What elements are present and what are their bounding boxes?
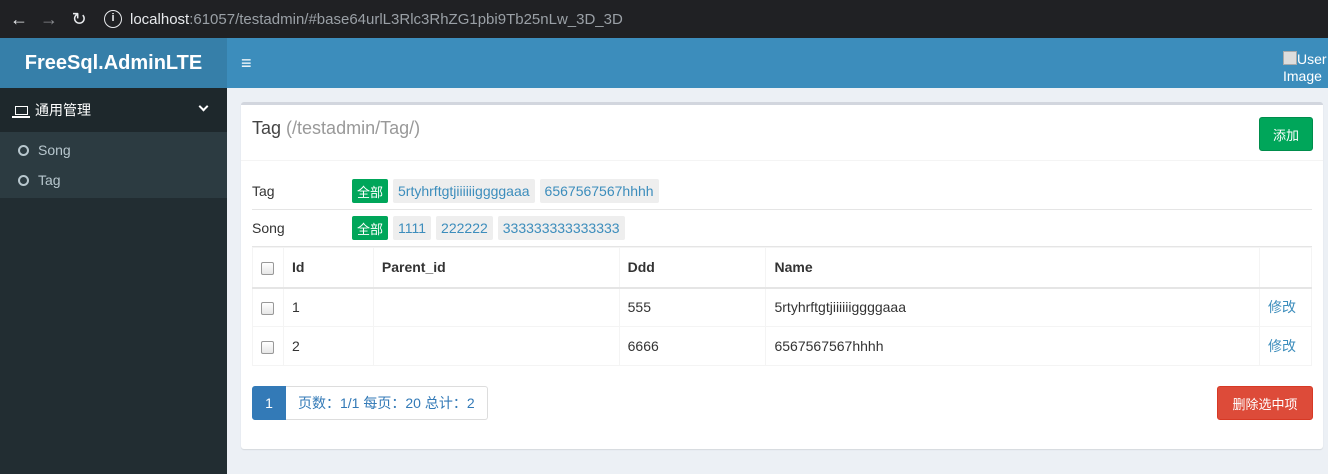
column-header-id: Id [282, 247, 374, 289]
row-checkbox[interactable] [261, 302, 274, 316]
column-header-ddd: Ddd [618, 247, 767, 289]
cell-ddd: 6666 [618, 326, 767, 366]
edit-link[interactable]: 修改 [1268, 299, 1296, 315]
page-info: 页数：1/1 每页：20 总计：2 [286, 386, 488, 420]
select-all-checkbox[interactable] [261, 262, 274, 276]
filter-chip[interactable]: 222222 [436, 216, 493, 240]
cell-parent-id [372, 326, 620, 366]
filter-chip[interactable]: 5rtyhrftgtjiiiiiiggggaaa [393, 179, 535, 203]
table-row: 2 6666 6567567567hhhh 修改 [252, 326, 1313, 366]
row-checkbox-cell [252, 326, 284, 366]
sidebar-item-song[interactable]: Song [0, 135, 227, 165]
edit-link[interactable]: 修改 [1268, 338, 1296, 354]
page-button-current[interactable]: 1 [252, 386, 286, 420]
laptop-icon [12, 105, 30, 118]
filter-row-tag: Tag 全部 5rtyhrftgtjiiiiiiggggaaa 65675675… [252, 173, 1312, 210]
reload-icon[interactable]: ↻ [64, 4, 94, 34]
sidebar-item-label: Song [38, 142, 71, 158]
data-table: Id Parent_id Ddd Name 1 555 5rtyhrftgtji… [252, 247, 1313, 366]
top-navbar: ≡ User Image [227, 38, 1328, 88]
cell-parent-id [372, 287, 620, 327]
url-path: :61057/testadmin/#base64urlL3Rlc3RhZG1pb… [189, 10, 623, 28]
user-image[interactable]: User Image [1283, 51, 1328, 91]
table-row: 1 555 5rtyhrftgtjiiiiiiggggaaa 修改 [252, 287, 1313, 327]
sidebar-group-label: 通用管理 [35, 102, 91, 118]
delete-selected-button[interactable]: 删除选中项 [1217, 386, 1313, 420]
column-header-name: Name [765, 247, 1260, 289]
browser-toolbar: ← → ↻ i localhost:61057/testadmin/#base6… [0, 0, 1328, 38]
brand-logo[interactable]: FreeSql.AdminLTE [0, 38, 227, 88]
circle-icon [18, 174, 29, 186]
chevron-down-icon [198, 101, 209, 112]
title-path: (/testadmin/Tag/) [286, 118, 421, 138]
site-info-icon[interactable]: i [104, 10, 122, 28]
broken-image-icon [1283, 51, 1297, 65]
box-header: Tag (/testadmin/Tag/) 添加 [241, 105, 1323, 161]
circle-icon [18, 144, 29, 156]
table-header-row: Id Parent_id Ddd Name [252, 247, 1313, 289]
row-checkbox[interactable] [261, 340, 274, 354]
page-title: Tag (/testadmin/Tag/) [252, 118, 420, 139]
filter-row-song: Song 全部 1111 222222 333333333333333 [252, 210, 1312, 247]
forward-icon[interactable]: → [34, 4, 64, 34]
row-checkbox-cell [252, 287, 284, 327]
sidebar-submenu: Song Tag [0, 132, 227, 198]
sidebar-item-tag[interactable]: Tag [0, 165, 227, 195]
sidebar-item-label: Tag [38, 172, 61, 188]
filter-chip[interactable]: 333333333333333 [497, 216, 625, 240]
cell-name: 5rtyhrftgtjiiiiiiggggaaa [765, 287, 1260, 327]
title-text: Tag [252, 118, 282, 138]
content-box: Tag (/testadmin/Tag/) 添加 Tag 全部 5rtyhrft… [241, 102, 1323, 449]
sidebar-group-general[interactable]: 通用管理 [0, 88, 227, 132]
cell-ddd: 555 [618, 287, 767, 327]
select-all-cell [252, 247, 284, 289]
column-header-parent-id: Parent_id [372, 247, 620, 289]
cell-actions: 修改 [1258, 287, 1313, 327]
filter-label: Song [252, 220, 285, 236]
pagination: 1 页数：1/1 每页：20 总计：2 [252, 386, 488, 420]
address-bar[interactable]: localhost:61057/testadmin/#base64urlL3Rl… [130, 11, 623, 28]
filter-chip[interactable]: 1111 [393, 216, 432, 240]
back-icon[interactable]: ← [4, 4, 34, 34]
cell-id: 2 [282, 326, 374, 366]
filter-chip-all[interactable]: 全部 [352, 179, 389, 203]
add-button[interactable]: 添加 [1259, 117, 1313, 151]
sidebar-toggle-icon[interactable]: ≡ [241, 53, 257, 73]
filter-label: Tag [252, 183, 275, 199]
url-host: localhost [130, 10, 190, 28]
cell-actions: 修改 [1258, 326, 1313, 366]
filter-chip-all[interactable]: 全部 [352, 216, 389, 240]
column-header-actions [1258, 247, 1313, 289]
sidebar: 通用管理 Song Tag [0, 88, 227, 474]
filter-chip[interactable]: 6567567567hhhh [539, 179, 659, 203]
cell-id: 1 [282, 287, 374, 327]
cell-name: 6567567567hhhh [765, 326, 1260, 366]
